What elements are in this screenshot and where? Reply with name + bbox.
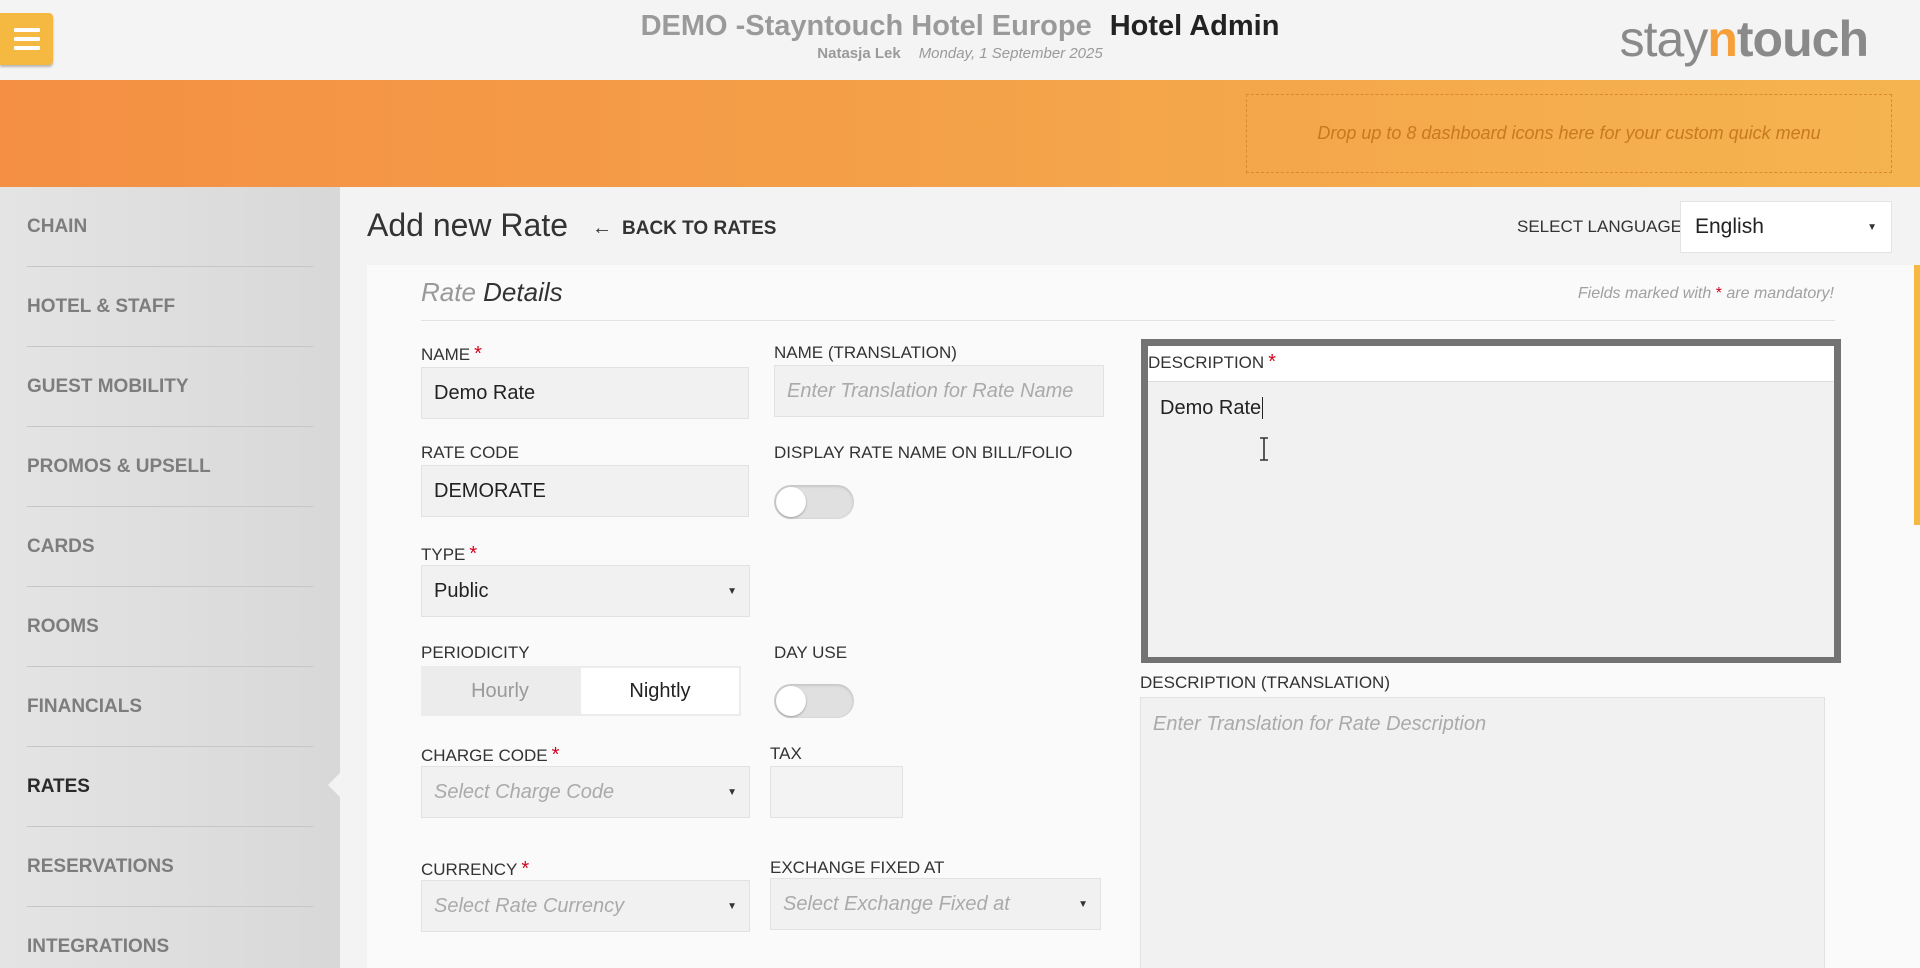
exchange-fixed-select[interactable]: Select Exchange Fixed at ▼: [770, 878, 1101, 930]
sidebar: CHAIN HOTEL & STAFF GUEST MOBILITY PROMO…: [0, 187, 340, 968]
current-date: Monday, 1 September 2025: [918, 45, 1103, 62]
caret-down-icon: ▼: [727, 585, 737, 597]
caret-down-icon: ▼: [727, 786, 737, 798]
toggle-knob: [776, 686, 806, 716]
main-content: Add new Rate ← BACK TO RATES SELECT LANG…: [340, 187, 1920, 968]
page-title: Add new Rate: [367, 207, 569, 243]
charge-code-label: CHARGE CODE *: [421, 744, 560, 766]
scrollbar[interactable]: [1914, 265, 1920, 525]
description-translation-label: DESCRIPTION (TRANSLATION): [1140, 673, 1390, 692]
display-rate-name-label: DISPLAY RATE NAME ON BILL/FOLIO: [774, 443, 1073, 462]
section-title: Rate Details: [421, 277, 563, 307]
rate-details-card: Rate Details Fields marked with * are ma…: [367, 265, 1920, 968]
sidebar-item-financials[interactable]: FINANCIALS: [27, 667, 313, 747]
description-focus-box: DESCRIPTION * Demo Rate: [1141, 339, 1841, 663]
back-to-rates-label: BACK TO RATES: [622, 217, 777, 239]
user-name: Natasja Lek: [817, 45, 901, 62]
currency-select[interactable]: Select Rate Currency ▼: [421, 880, 750, 932]
rate-code-input[interactable]: DEMORATE: [421, 465, 749, 517]
caret-down-icon: ▼: [1867, 221, 1877, 233]
description-label: DESCRIPTION *: [1148, 351, 1276, 373]
stayntouch-logo: stayntouch: [1619, 11, 1869, 67]
caret-down-icon: ▼: [1078, 898, 1088, 910]
mandatory-note: Fields marked with * are mandatory!: [1577, 285, 1834, 302]
language-select[interactable]: English ▼: [1680, 201, 1892, 253]
periodicity-nightly-option[interactable]: Nightly: [581, 668, 739, 714]
back-to-rates-link[interactable]: ← BACK TO RATES: [592, 217, 776, 240]
caret-down-icon: ▼: [727, 900, 737, 912]
type-label: TYPE *: [421, 543, 478, 565]
name-translation-label: NAME (TRANSLATION): [774, 343, 957, 362]
text-cursor-icon: [1260, 437, 1268, 461]
description-textarea[interactable]: Demo Rate: [1148, 381, 1834, 657]
sidebar-item-cards[interactable]: CARDS: [27, 507, 313, 587]
rate-code-label: RATE CODE: [421, 443, 519, 462]
language-value: English: [1695, 215, 1764, 238]
currency-placeholder: Select Rate Currency: [434, 894, 625, 917]
arrow-left-icon: ←: [592, 217, 612, 239]
name-label: NAME *: [421, 343, 482, 365]
app-name: Hotel Admin: [1109, 10, 1280, 42]
toggle-knob: [776, 487, 806, 517]
sidebar-item-hotel-staff[interactable]: HOTEL & STAFF: [27, 267, 313, 347]
display-rate-name-toggle[interactable]: [774, 485, 854, 519]
select-language-label: SELECT LANGUAGE: [1517, 217, 1683, 236]
type-select[interactable]: Public ▼: [421, 565, 750, 617]
charge-code-select[interactable]: Select Charge Code ▼: [421, 766, 750, 818]
currency-label: CURRENCY *: [421, 858, 530, 880]
sidebar-item-rates[interactable]: RATES: [27, 747, 313, 827]
quick-menu-dropzone[interactable]: Drop up to 8 dashboard icons here for yo…: [1246, 94, 1892, 173]
hotel-name: DEMO -Stayntouch Hotel Europe: [640, 10, 1092, 42]
sidebar-item-rooms[interactable]: ROOMS: [27, 587, 313, 667]
top-header: DEMO -Stayntouch Hotel Europe Hotel Admin…: [0, 0, 1920, 80]
day-use-label: DAY USE: [774, 643, 848, 662]
section-divider: [421, 320, 1835, 321]
periodicity-label: PERIODICITY: [421, 643, 530, 662]
tax-label: TAX: [770, 744, 802, 763]
sidebar-item-promos-upsell[interactable]: PROMOS & UPSELL: [27, 427, 313, 507]
quick-menu-banner: Drop up to 8 dashboard icons here for yo…: [0, 80, 1920, 187]
periodicity-hourly-option[interactable]: Hourly: [421, 666, 579, 716]
day-use-toggle[interactable]: [774, 684, 854, 718]
tax-field: [770, 766, 903, 818]
name-translation-input[interactable]: Enter Translation for Rate Name: [774, 365, 1104, 417]
type-value: Public: [434, 579, 489, 602]
sidebar-item-reservations[interactable]: RESERVATIONS: [27, 827, 313, 907]
periodicity-toggle[interactable]: Hourly Nightly: [421, 666, 741, 716]
sidebar-item-integrations[interactable]: INTEGRATIONS: [27, 907, 313, 968]
name-input[interactable]: Demo Rate: [421, 367, 749, 419]
sidebar-item-guest-mobility[interactable]: GUEST MOBILITY: [27, 347, 313, 427]
exchange-fixed-placeholder: Select Exchange Fixed at: [783, 892, 1010, 915]
charge-code-placeholder: Select Charge Code: [434, 780, 615, 803]
description-translation-textarea[interactable]: Enter Translation for Rate Description: [1140, 697, 1825, 968]
sidebar-item-chain[interactable]: CHAIN: [27, 187, 313, 267]
exchange-fixed-label: EXCHANGE FIXED AT: [770, 858, 945, 877]
